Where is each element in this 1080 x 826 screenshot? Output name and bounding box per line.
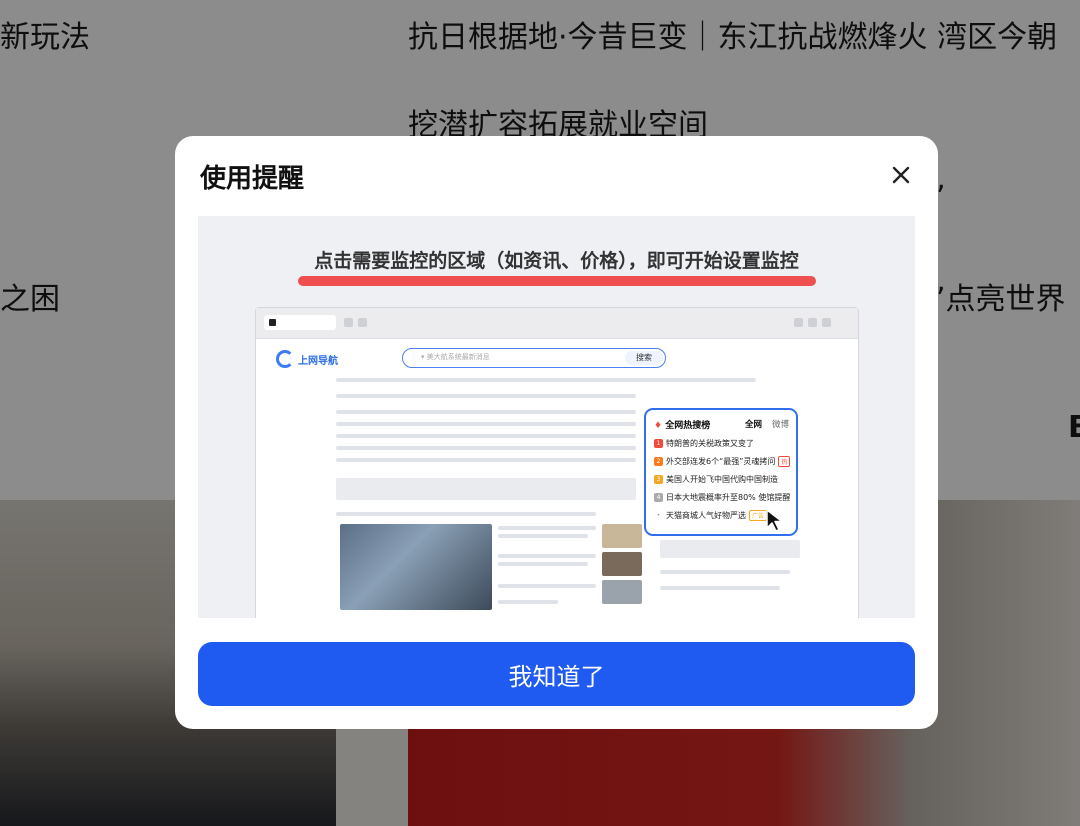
tutorial-preview: 点击需要监控的区域（如资讯、价格），即可开始设置监控 上网导航 ▾ 美大航系统最… (198, 216, 915, 618)
mock-search-button: 搜索 (625, 351, 663, 365)
mock-app-icons (336, 478, 636, 500)
hint-text: 点击需要监控的区域（如资讯、价格），即可开始设置监控 (314, 250, 799, 272)
hot-panel-title: ♦ 全网热搜榜 (654, 421, 711, 431)
browser-bar (256, 308, 858, 339)
flame-icon: ♦ (654, 421, 663, 431)
mock-news-line (498, 600, 558, 604)
hot-item: 2 外交部连发6个“最强”灵魂拷问热 (654, 456, 791, 467)
mock-link-row (336, 422, 636, 426)
got-it-button[interactable]: 我知道了 (198, 642, 915, 706)
browser-mockup: 上网导航 ▾ 美大航系统最新消息 搜索 ♦ 全网热搜榜 全网 微博 1 特朗普的… (255, 307, 859, 618)
nav-icon (344, 318, 353, 327)
mock-link-row (336, 458, 636, 462)
usage-reminder-dialog: 使用提醒 点击需要监控的区域（如资讯、价格），即可开始设置监控 上网导航 ▾ 美… (175, 136, 938, 729)
mock-side-line (660, 586, 780, 590)
mock-news-thumb (602, 524, 642, 548)
mock-news-line (498, 526, 596, 530)
window-control-icon (822, 318, 831, 327)
tab-favicon-icon (269, 319, 276, 326)
site-logo: 上网导航 (276, 350, 338, 368)
mock-link-row (336, 378, 756, 382)
mock-news-line (498, 584, 596, 588)
hot-tab-all: 全网 (745, 420, 763, 430)
hint-underline (298, 276, 816, 286)
hot-item: 3 美国人开始飞中国代购中国制造 (654, 474, 778, 485)
dialog-title: 使用提醒 (200, 164, 305, 194)
mock-news-image (340, 524, 492, 610)
mock-news-thumb (602, 552, 642, 576)
mock-side-line (660, 570, 790, 574)
mock-news-line (498, 554, 596, 558)
mock-news-tabs (336, 512, 596, 516)
mouse-cursor-icon (766, 509, 783, 532)
mock-nav-row (336, 394, 636, 398)
logo-text: 上网导航 (298, 355, 338, 367)
mock-link-row (336, 410, 636, 414)
mock-news-line (498, 562, 588, 566)
close-button[interactable] (886, 160, 916, 190)
mock-search-box: ▾ 美大航系统最新消息 搜索 (402, 348, 666, 368)
logo-icon (276, 350, 294, 368)
window-control-icon (808, 318, 817, 327)
mock-search-placeholder: ▾ 美大航系统最新消息 (421, 353, 490, 361)
window-control-icon (794, 318, 803, 327)
mock-news-thumb (602, 580, 642, 604)
hot-tab-weibo: 微博 (772, 420, 790, 430)
hot-item: • 天猫商城人气好物严选 广告 (654, 510, 768, 521)
mock-link-row (336, 434, 636, 438)
mock-news-line (498, 534, 588, 538)
mock-side-card (660, 540, 800, 558)
nav-icon (358, 318, 367, 327)
hot-item: 4 日本大地震概率升至80% 使馆提醒 (654, 492, 790, 503)
close-icon (892, 166, 910, 184)
mock-link-row (336, 446, 636, 450)
hot-item: 1 特朗普的关税政策又变了 (654, 438, 754, 449)
